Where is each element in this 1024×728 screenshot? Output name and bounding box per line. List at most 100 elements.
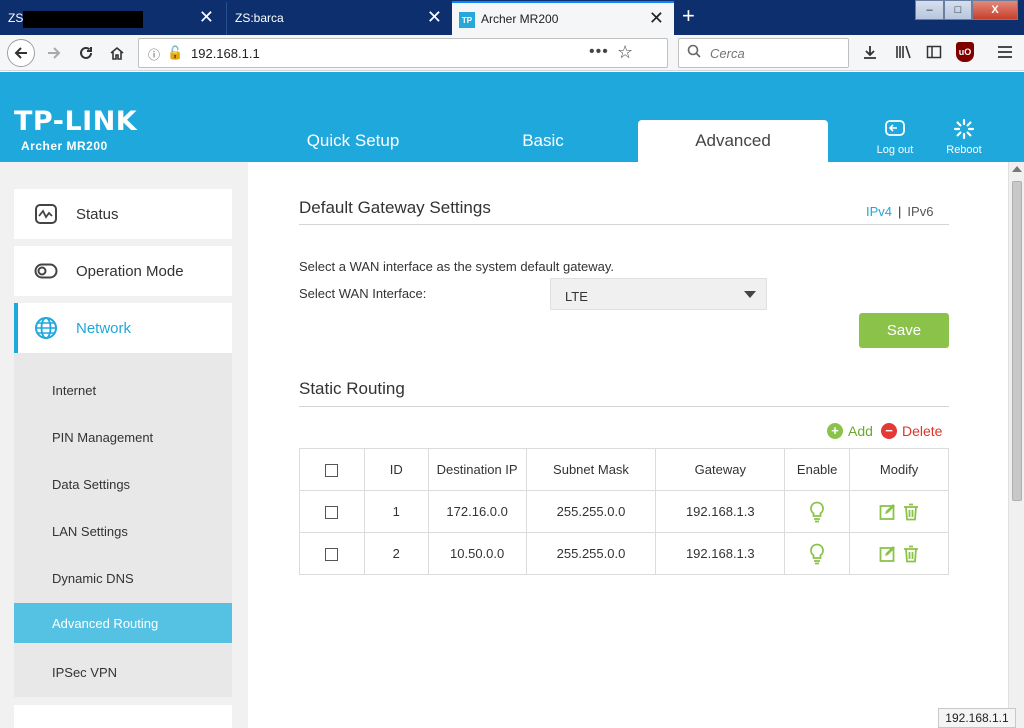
sidebar-item-status[interactable]: Status: [14, 189, 232, 239]
edit-icon[interactable]: [879, 503, 897, 521]
sidebar-item-operation-mode[interactable]: Operation Mode: [14, 246, 232, 296]
ipv6-link[interactable]: IPv6: [907, 204, 933, 219]
status-bar-url: 192.168.1.1: [938, 708, 1016, 728]
window-maximize-button[interactable]: □: [944, 0, 972, 20]
sidebar-item-label: Network: [76, 320, 132, 337]
row-checkbox[interactable]: [325, 548, 339, 562]
reload-icon: [80, 46, 92, 59]
network-submenu: Internet PIN Management Data Settings LA…: [14, 353, 232, 697]
divider: [299, 406, 949, 407]
sidebar-item-label: Operation Mode: [76, 263, 184, 280]
route-modify-cell: [849, 532, 949, 575]
insecure-lock-icon[interactable]: 🔓: [167, 45, 183, 61]
static-routes-table: ID Destination IP Subnet Mask Gateway En…: [299, 448, 949, 575]
route-gateway: 192.168.1.3: [655, 532, 786, 575]
info-icon[interactable]: ⓘ: [148, 46, 160, 63]
tab-advanced[interactable]: Advanced: [638, 120, 828, 162]
arrow-left-icon: [14, 47, 27, 59]
sidebar-icon: [926, 45, 942, 59]
save-button[interactable]: Save: [859, 313, 949, 348]
tab-quick-setup[interactable]: Quick Setup: [258, 120, 448, 162]
library-button[interactable]: [893, 41, 915, 63]
submenu-item-label: Internet: [52, 383, 97, 398]
submenu-item-dynamic-dns[interactable]: Dynamic DNS: [14, 558, 232, 598]
divider: [299, 224, 949, 225]
bookmark-star-icon[interactable]: ☆: [617, 42, 633, 63]
close-tab-icon[interactable]: ✕: [649, 9, 664, 27]
sidebar: Status Operation Mode Network Internet P…: [0, 162, 248, 728]
close-tab-icon[interactable]: ✕: [199, 8, 214, 26]
delete-label: Delete: [902, 423, 943, 439]
submenu-item-ipsec-vpn[interactable]: IPSec VPN: [14, 652, 232, 692]
page-actions-icon[interactable]: •••: [589, 43, 609, 61]
submenu-item-label: PIN Management: [52, 430, 154, 445]
browser-tab-zs[interactable]: ZS ✕: [0, 2, 224, 35]
tp-link-favicon-icon: TP: [459, 12, 475, 28]
home-button[interactable]: [103, 39, 131, 67]
sidebar-item-label: Status: [76, 206, 119, 223]
column-header: ID: [363, 448, 429, 491]
lightbulb-icon[interactable]: [809, 543, 825, 565]
browser-tab-zs-barca[interactable]: ZS:barca ✕: [226, 2, 452, 35]
column-header: Gateway: [655, 448, 786, 491]
scroll-up-arrow-icon[interactable]: [1012, 166, 1022, 172]
back-button[interactable]: [7, 39, 35, 67]
submenu-item-data-settings[interactable]: Data Settings: [14, 464, 232, 504]
new-tab-button[interactable]: +: [682, 4, 695, 28]
close-tab-icon[interactable]: ✕: [427, 8, 442, 26]
ipv4-link[interactable]: IPv4: [866, 204, 892, 219]
downloads-button[interactable]: [859, 41, 881, 63]
logout-button[interactable]: Log out: [865, 118, 925, 156]
dropdown-arrow-icon: [744, 291, 756, 298]
row-checkbox[interactable]: [325, 506, 339, 520]
ublock-shield-icon[interactable]: uO: [956, 42, 974, 62]
submenu-item-pin-management[interactable]: PIN Management: [14, 417, 232, 457]
edit-icon[interactable]: [879, 545, 897, 563]
sidebar-item-next[interactable]: [14, 705, 232, 728]
search-input[interactable]: [710, 44, 840, 62]
add-label: Add: [848, 423, 873, 439]
page-scrollbar[interactable]: [1008, 162, 1024, 728]
route-gateway: 192.168.1.3: [655, 490, 786, 533]
submenu-item-lan-settings[interactable]: LAN Settings: [14, 511, 232, 551]
search-bar[interactable]: [678, 38, 849, 68]
column-header: Subnet Mask: [525, 448, 657, 491]
window-minimize-button[interactable]: –: [915, 0, 944, 20]
submenu-item-advanced-routing[interactable]: Advanced Routing: [14, 603, 232, 643]
table-row: 2 10.50.0.0 255.255.0.0 192.168.1.3: [299, 532, 949, 575]
router-header: TP-LINK Archer MR200 Quick Setup Basic A…: [0, 72, 1024, 162]
forward-button[interactable]: [40, 39, 68, 67]
route-enable-cell: [784, 490, 851, 533]
sidebar-toggle-button[interactable]: [923, 41, 945, 63]
sidebar-item-network[interactable]: Network: [14, 303, 232, 353]
redacted-block: [23, 11, 143, 28]
library-icon: [896, 45, 911, 59]
scroll-thumb[interactable]: [1012, 181, 1022, 501]
hamburger-menu-icon[interactable]: [994, 41, 1016, 63]
browser-tab-bar: ZS ✕ ZS:barca ✕ TP Archer MR200 ✕ + – □ …: [0, 0, 1024, 35]
url-text[interactable]: 192.168.1.1: [191, 46, 260, 61]
plus-icon: +: [827, 423, 843, 439]
trash-icon[interactable]: [903, 545, 919, 563]
window-close-button[interactable]: X: [972, 0, 1018, 20]
table-row: 1 172.16.0.0 255.255.0.0 192.168.1.3: [299, 490, 949, 533]
wan-interface-select[interactable]: LTE: [550, 278, 767, 310]
trash-icon[interactable]: [903, 503, 919, 521]
delete-route-button[interactable]: − Delete: [881, 423, 942, 439]
status-icon: [34, 203, 58, 225]
route-destination-ip: 172.16.0.0: [427, 490, 527, 533]
ip-separator: |: [898, 204, 902, 219]
browser-tab-archer[interactable]: TP Archer MR200 ✕: [452, 1, 674, 35]
reboot-button[interactable]: Reboot: [934, 118, 994, 156]
add-route-button[interactable]: + Add: [827, 423, 873, 439]
url-bar[interactable]: ⓘ 🔓 192.168.1.1 ••• ☆: [138, 38, 668, 68]
reload-button[interactable]: [72, 39, 100, 67]
lightbulb-icon[interactable]: [809, 501, 825, 523]
route-subnet-mask: 255.255.0.0: [525, 490, 657, 533]
select-all-checkbox[interactable]: [325, 464, 339, 478]
submenu-item-internet[interactable]: Internet: [14, 370, 232, 410]
row-select-cell: [299, 490, 365, 533]
tab-basic[interactable]: Basic: [448, 120, 638, 162]
reboot-label: Reboot: [946, 144, 982, 156]
wan-interface-value: LTE: [565, 289, 588, 304]
